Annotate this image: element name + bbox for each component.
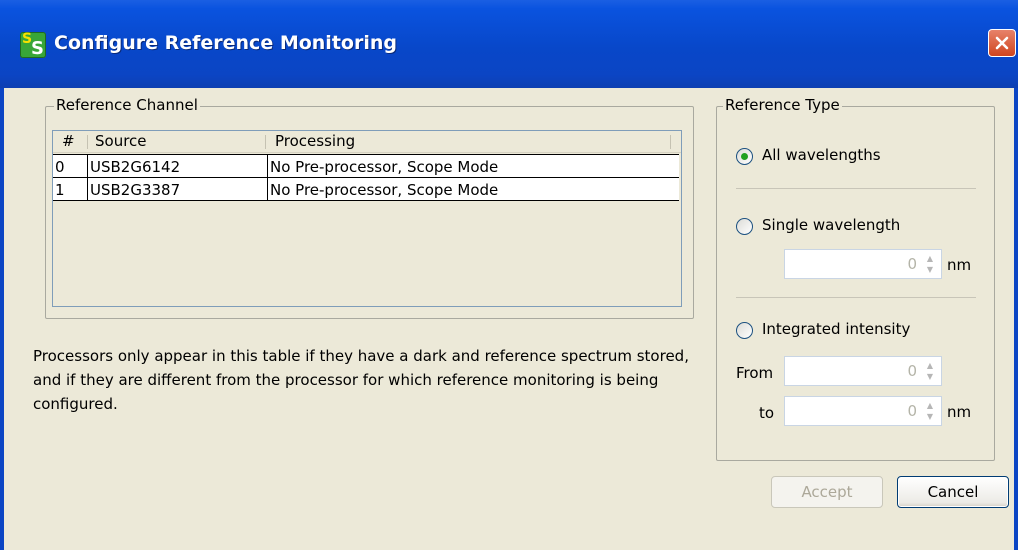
- row-source: USB2G3387: [90, 181, 181, 199]
- info-note: Processors only appear in this table if …: [33, 347, 689, 413]
- all-wavelengths-radio[interactable]: [736, 148, 753, 165]
- to-value: 0: [907, 402, 917, 420]
- cancel-button[interactable]: Cancel: [897, 476, 1009, 508]
- divider: [736, 297, 976, 298]
- from-spinner[interactable]: 0 ▲ ▼: [784, 356, 942, 386]
- all-wavelengths-label[interactable]: All wavelengths: [762, 146, 881, 164]
- to-label: to: [759, 404, 775, 422]
- table-header: # Source Processing: [53, 131, 681, 153]
- integrated-intensity-label[interactable]: Integrated intensity: [762, 320, 910, 338]
- spinner-arrows-icon[interactable]: ▲ ▼: [922, 400, 938, 422]
- row-processing: No Pre-processor, Scope Mode: [270, 181, 499, 199]
- divider: [736, 188, 976, 189]
- row-processing: No Pre-processor, Scope Mode: [270, 158, 499, 176]
- window-frame-right: [1014, 88, 1018, 550]
- reference-channel-label: Reference Channel: [54, 96, 200, 114]
- reference-type-label: Reference Type: [723, 96, 842, 114]
- column-separator[interactable]: [670, 135, 671, 149]
- single-wavelength-label[interactable]: Single wavelength: [762, 216, 900, 234]
- to-spinner[interactable]: 0 ▲ ▼: [784, 396, 942, 426]
- row-source: USB2G6142: [90, 158, 181, 176]
- table-row[interactable]: 1 USB2G3387 No Pre-processor, Scope Mode: [53, 177, 679, 201]
- column-separator[interactable]: [265, 135, 266, 149]
- close-icon: [995, 36, 1009, 50]
- single-wavelength-value: 0: [907, 255, 917, 273]
- close-button[interactable]: [988, 29, 1016, 57]
- app-icon-letter-bottom: S: [31, 38, 44, 59]
- window-frame-left: [0, 88, 4, 550]
- column-header-processing[interactable]: Processing: [275, 132, 355, 150]
- spinner-arrows-icon[interactable]: ▲ ▼: [922, 253, 938, 275]
- app-icon: S S: [20, 31, 46, 59]
- accept-button[interactable]: Accept: [771, 476, 883, 508]
- column-separator[interactable]: [87, 135, 88, 149]
- from-label: From: [736, 364, 774, 382]
- to-unit: nm: [947, 403, 972, 421]
- single-wavelength-radio[interactable]: [736, 218, 753, 235]
- window-title: Configure Reference Monitoring: [54, 32, 397, 54]
- reference-channel-table[interactable]: # Source Processing 0 USB2G6142 No Pre-p…: [52, 130, 682, 307]
- row-number: 0: [55, 158, 65, 176]
- column-header-number[interactable]: #: [62, 132, 75, 150]
- single-wavelength-unit: nm: [947, 256, 972, 274]
- title-bar: S S Configure Reference Monitoring: [0, 0, 1018, 88]
- row-number: 1: [55, 181, 65, 199]
- spinner-arrows-icon[interactable]: ▲ ▼: [922, 360, 938, 382]
- integrated-intensity-radio[interactable]: [736, 322, 753, 339]
- single-wavelength-spinner[interactable]: 0 ▲ ▼: [784, 249, 942, 279]
- from-value: 0: [907, 362, 917, 380]
- column-header-source[interactable]: Source: [95, 132, 147, 150]
- table-row[interactable]: 0 USB2G6142 No Pre-processor, Scope Mode: [53, 154, 679, 178]
